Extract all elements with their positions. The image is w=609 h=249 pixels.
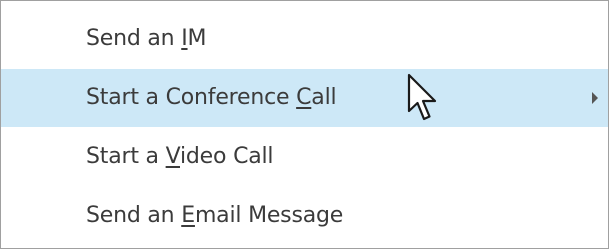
menu-item-start-conference-call[interactable]: Start a Conference Call xyxy=(1,69,608,127)
mnemonic-letter: V xyxy=(165,144,181,169)
menu-item-send-im[interactable]: Send an IM xyxy=(1,10,608,68)
menu-item-label: Start a Video Call xyxy=(86,144,274,169)
menu-item-start-video-call[interactable]: Start a Video Call xyxy=(1,128,608,186)
menu-item-send-email-message[interactable]: Send an Email Message xyxy=(1,187,608,245)
menu-item-label: Send an Email Message xyxy=(86,203,344,228)
chevron-right-icon xyxy=(592,92,598,104)
menu-item-label: Send an IM xyxy=(86,26,207,51)
menu-item-label: Start a Conference Call xyxy=(86,85,337,110)
context-menu: Send an IM Start a Conference Call Start… xyxy=(0,0,609,249)
mnemonic-letter: E xyxy=(181,203,195,228)
mnemonic-letter: C xyxy=(296,85,312,110)
mouse-pointer-icon xyxy=(407,73,437,121)
